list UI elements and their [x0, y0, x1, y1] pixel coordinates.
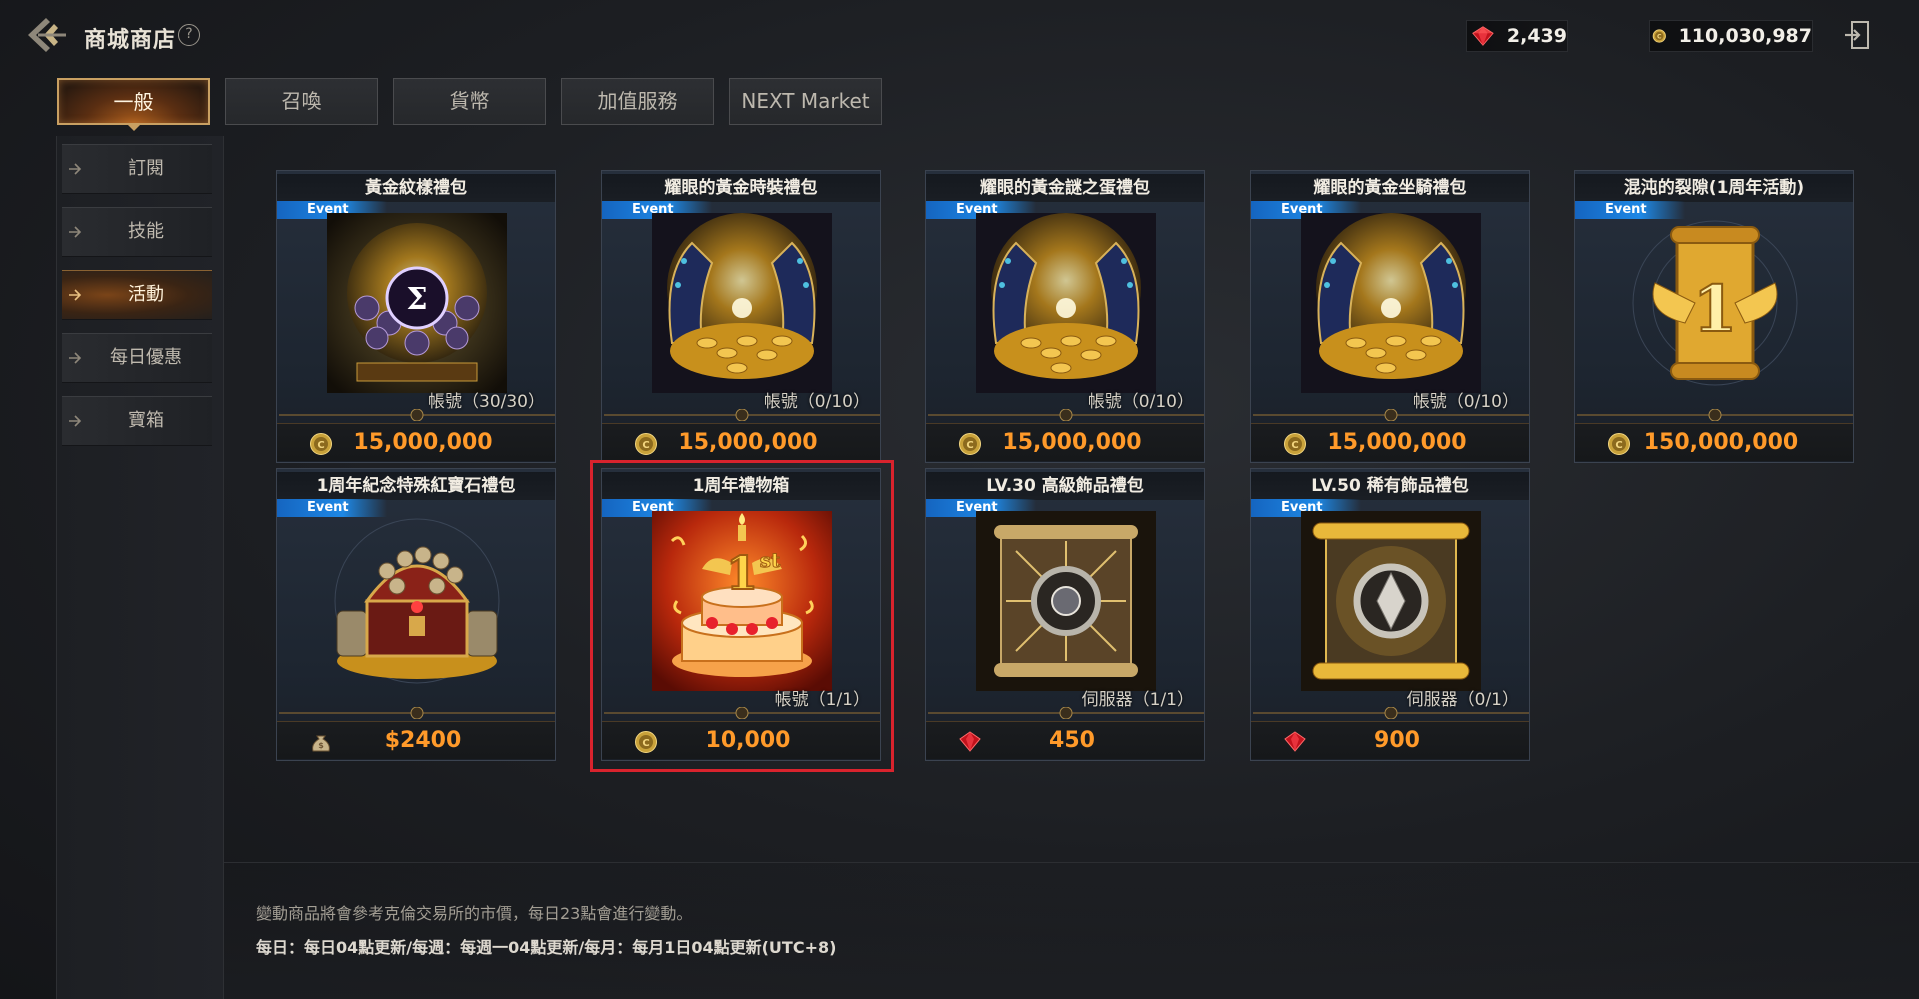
product-title: LV.50 稀有飾品禮包	[1251, 472, 1529, 500]
ornament-divider	[1253, 707, 1529, 719]
ring-scroll-icon	[976, 511, 1156, 691]
price-amount: 15,000,000	[1327, 430, 1467, 455]
ornament-divider	[604, 409, 880, 421]
price-bar: C 15,000,000	[926, 423, 1204, 461]
svg-text:1: 1	[1693, 272, 1738, 347]
tab-next-market[interactable]: NEXT Market	[729, 78, 882, 125]
price-amount: 15,000,000	[1002, 430, 1142, 455]
product-title: 黃金紋樣禮包	[277, 174, 555, 202]
product-title: 1周年紀念特殊紅寶石禮包	[277, 472, 555, 500]
tab-premium-services[interactable]: 加值服務	[561, 78, 714, 125]
price-bar: C 15,000,000	[602, 423, 880, 461]
sidebar-item-label: 技能	[128, 221, 164, 242]
ornament-divider	[928, 707, 1204, 719]
product-title: 混沌的裂隙(1周年活動)	[1575, 174, 1853, 202]
sidebar-item-skills[interactable]: 技能	[62, 207, 212, 257]
sidebar-item-daily-deals[interactable]: 每日優惠	[62, 333, 212, 383]
header: 商城商店 ? 2,439 C 110,030,987	[0, 0, 1919, 72]
ruby-balance-value: 2,439	[1506, 25, 1567, 47]
price-bar: C 15,000,000	[1251, 423, 1529, 461]
svg-text:C: C	[1657, 34, 1662, 41]
sidebar-item-events[interactable]: 活動	[62, 270, 212, 320]
price-bar: C 150,000,000	[1575, 423, 1853, 461]
price-amount: 900	[1374, 728, 1420, 753]
product-card[interactable]: 黃金紋樣禮包 Event Σ 帳號（30/30） C 15,000,000	[276, 170, 556, 463]
page-title: 商城商店	[84, 28, 177, 53]
price-change-note: 變動商品將會參考克倫交易所的市價，每日23點會進行變動。	[256, 904, 693, 923]
gold-hoard-icon	[652, 213, 832, 393]
tab-currency[interactable]: 貨幣	[393, 78, 546, 125]
product-title: 耀眼的黃金坐騎禮包	[1251, 174, 1529, 202]
exit-button[interactable]	[1843, 20, 1871, 50]
treasure-chest-icon	[327, 511, 507, 691]
product-card[interactable]: 耀眼的黃金謎之蛋禮包 Event 帳號（0/10） C 15,000,000	[925, 170, 1205, 463]
gold-coin-icon: C	[1652, 29, 1666, 43]
price-amount: 450	[1049, 728, 1095, 753]
product-card[interactable]: 混沌的裂隙(1周年活動) Event 1 C 150,000,000	[1574, 170, 1854, 463]
back-arrow-icon	[28, 18, 66, 52]
sidebar-item-label: 訂閱	[128, 158, 164, 179]
price-bar: 900	[1251, 721, 1529, 759]
reset-schedule-note: 每日：每日04點更新/每週：每週一04點更新/每月：每月1日04點更新(UTC+…	[256, 938, 837, 957]
ornament-divider	[279, 409, 555, 421]
ruby-balance: 2,439	[1466, 20, 1568, 52]
sidebar	[56, 136, 224, 999]
product-card[interactable]: 耀眼的黃金坐騎禮包 Event 帳號（0/10） C 15,000,000	[1250, 170, 1530, 463]
footer-notes: 變動商品將會參考克倫交易所的市價，每日23點會進行變動。 每日：每日04點更新/…	[256, 897, 836, 965]
help-icon[interactable]: ?	[178, 24, 200, 46]
gem-crest-icon: Σ	[327, 213, 507, 393]
gold-hoard-icon	[976, 213, 1156, 393]
ornament-divider	[1577, 409, 1853, 421]
sidebar-item-label: 活動	[128, 284, 164, 305]
price-bar: $ $2400	[277, 721, 555, 759]
product-card[interactable]: 1周年紀念特殊紅寶石禮包 Event $ $2400	[276, 468, 556, 761]
svg-text:Σ: Σ	[406, 282, 427, 317]
tab-general[interactable]: 一般	[57, 78, 210, 125]
product-card[interactable]: LV.50 稀有飾品禮包 Event 伺服器（0/1） 900	[1250, 468, 1530, 761]
sidebar-item-chests[interactable]: 寶箱	[62, 396, 212, 446]
price-bar: 450	[926, 721, 1204, 759]
ornament-divider	[928, 409, 1204, 421]
product-title: LV.30 高級飾品禮包	[926, 472, 1204, 500]
tab-summon[interactable]: 召喚	[225, 78, 378, 125]
gold-hoard-icon	[1301, 213, 1481, 393]
ornament-divider	[279, 707, 555, 719]
ornament-divider	[1253, 409, 1529, 421]
sidebar-item-label: 寶箱	[128, 410, 164, 431]
back-button[interactable]	[24, 14, 68, 56]
price-bar: C 15,000,000	[277, 423, 555, 461]
selection-highlight	[590, 460, 894, 772]
price-amount: 15,000,000	[353, 430, 493, 455]
product-title: 耀眼的黃金時裝禮包	[602, 174, 880, 202]
exit-icon	[1845, 21, 1869, 49]
ruby-icon	[1472, 26, 1494, 46]
product-card[interactable]: LV.30 高級飾品禮包 Event 伺服器（1/1） 450	[925, 468, 1205, 761]
sidebar-item-subscription[interactable]: 訂閱	[62, 144, 212, 194]
sidebar-item-label: 每日優惠	[110, 347, 182, 368]
gold-balance: C 110,030,987	[1649, 20, 1813, 52]
ring-scroll-gold-icon	[1301, 511, 1481, 691]
product-card[interactable]: 耀眼的黃金時裝禮包 Event 帳號（0/10） C 15,000,000	[601, 170, 881, 463]
price-amount: $2400	[384, 728, 462, 753]
gold-balance-value: 110,030,987	[1678, 25, 1812, 47]
winged-scroll-icon: 1	[1625, 213, 1805, 393]
price-amount: 150,000,000	[1643, 430, 1799, 455]
product-title: 耀眼的黃金謎之蛋禮包	[926, 174, 1204, 202]
price-amount: 15,000,000	[678, 430, 818, 455]
